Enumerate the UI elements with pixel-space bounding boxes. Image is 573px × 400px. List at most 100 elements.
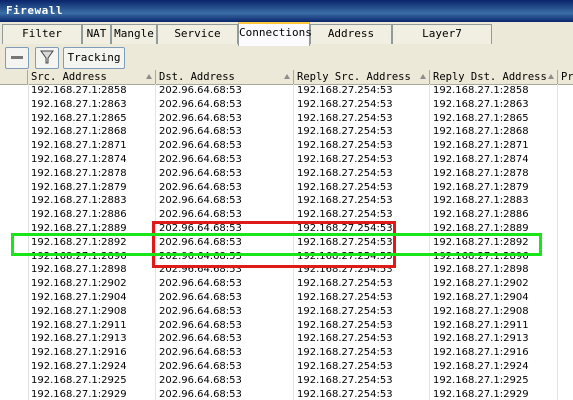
table-cell: 192.168.27.1:2858 xyxy=(430,84,558,98)
table-row[interactable]: 192.168.27.1:2913 202.96.64.68:53 192.168.… xyxy=(0,332,573,347)
tab-address-lists[interactable]: Address Lists xyxy=(310,24,392,58)
table-cell: 202.96.64.68:53 xyxy=(156,332,294,347)
table-cell: 192.168.27.254:53 xyxy=(294,139,430,154)
header-dst-address[interactable]: Dst. Address xyxy=(156,70,294,84)
header-src-address[interactable]: Src. Address xyxy=(28,70,156,84)
table-row[interactable]: 192.168.27.1:2904 202.96.64.68:53 192.168.… xyxy=(0,291,573,305)
tab-nat[interactable]: NAT xyxy=(82,24,111,44)
table-cell: 192.168.27.1:2902 xyxy=(28,277,156,292)
table-row[interactable]: 192.168.27.1:2879 202.96.64.68:53 192.168.… xyxy=(0,180,573,195)
table-row[interactable]: 192.168.27.1:2911 202.96.64.68:53 192.168.… xyxy=(0,318,573,333)
table-cell: 192.168.27.1:2908 xyxy=(28,304,156,319)
table-cell: 192.168.27.1:2874 xyxy=(430,153,558,167)
header-label: Pr xyxy=(561,71,573,83)
table-cell: 192.168.27.1:2871 xyxy=(430,139,558,154)
table-cell: 202.96.64.68:53 xyxy=(156,111,294,126)
header-reply-dst-address[interactable]: Reply Dst. Address xyxy=(430,70,558,84)
table-row[interactable]: 192.168.27.1:2916 202.96.64.68:53 192.168.… xyxy=(0,346,573,361)
table-cell: 192.168.27.1:2865 xyxy=(28,111,156,126)
table-row[interactable]: 192.168.27.1:2871 202.96.64.68:53 192.168.… xyxy=(0,139,573,154)
table-cell: 192.168.27.254:53 xyxy=(294,304,430,319)
tab-service-ports[interactable]: Service Ports xyxy=(157,24,238,58)
tab-bar: Filter Rules NAT Mangle Service Ports Co… xyxy=(0,22,573,58)
table-row[interactable]: 192.168.27.1:2924 202.96.64.68:53 192.168.… xyxy=(0,360,573,374)
table-cell: 192.168.27.1:2874 xyxy=(28,153,156,167)
table-row[interactable]: 192.168.27.1:2865 202.96.64.68:53 192.168.… xyxy=(0,111,573,126)
table-cell: 192.168.27.1:2878 xyxy=(430,166,558,181)
table-header: Src. Address Dst. Address Reply Src. Add… xyxy=(0,70,573,85)
sort-icon xyxy=(420,74,426,79)
table-cell: 202.96.64.68:53 xyxy=(156,84,294,98)
tab-connections[interactable]: Connections xyxy=(238,22,312,46)
table-cell: 192.168.27.254:53 xyxy=(294,387,430,400)
window-titlebar: Firewall xyxy=(0,0,573,22)
table-cell: 192.168.27.254:53 xyxy=(294,111,430,126)
table-row[interactable]: 192.168.27.1:2929 202.96.64.68:53 192.168.… xyxy=(0,387,573,400)
sort-icon xyxy=(548,74,554,79)
table-cell: 192.168.27.254:53 xyxy=(294,125,430,140)
table-cell: 202.96.64.68:53 xyxy=(156,373,294,388)
table-cell: 192.168.27.1:2858 xyxy=(28,84,156,98)
header-label: Reply Src. Address xyxy=(297,71,411,83)
table-cell: 202.96.64.68:53 xyxy=(156,180,294,195)
table-cell: 192.168.27.1:2929 xyxy=(28,387,156,400)
table-cell: 192.168.27.254:53 xyxy=(294,373,430,388)
table-row[interactable]: 192.168.27.1:2902 202.96.64.68:53 192.168.… xyxy=(0,277,573,292)
table-cell: 192.168.27.1:2929 xyxy=(430,387,558,400)
table-cell: 192.168.27.254:53 xyxy=(294,97,430,112)
table-cell: 192.168.27.254:53 xyxy=(294,346,430,361)
toolbar: Tracking xyxy=(0,44,573,70)
sort-icon xyxy=(284,74,290,79)
minus-icon xyxy=(11,56,23,59)
table-cell: 192.168.27.1:2911 xyxy=(430,318,558,333)
table-cell: 192.168.27.1:2904 xyxy=(28,291,156,305)
table-row[interactable]: 192.168.27.1:2878 202.96.64.68:53 192.168.… xyxy=(0,166,573,181)
remove-button[interactable] xyxy=(5,47,29,69)
table-row[interactable]: 192.168.27.1:2874 202.96.64.68:53 192.168.… xyxy=(0,153,573,167)
table-cell: 192.168.27.1:2913 xyxy=(430,332,558,347)
table-cell: 202.96.64.68:53 xyxy=(156,304,294,319)
table-cell: 192.168.27.1:2879 xyxy=(28,180,156,195)
table-cell: 192.168.27.1:2916 xyxy=(28,346,156,361)
table-cell: 202.96.64.68:53 xyxy=(156,139,294,154)
table-cell: 192.168.27.1:2863 xyxy=(430,97,558,112)
sort-icon xyxy=(146,74,152,79)
tab-mangle[interactable]: Mangle xyxy=(111,24,157,44)
table-cell: 202.96.64.68:53 xyxy=(156,346,294,361)
table-cell: 202.96.64.68:53 xyxy=(156,166,294,181)
table-cell: 192.168.27.1:2925 xyxy=(430,373,558,388)
header-protocol[interactable]: Pr xyxy=(558,70,573,84)
filter-button[interactable] xyxy=(35,47,59,69)
header-reply-src-address[interactable]: Reply Src. Address xyxy=(294,70,430,84)
tab-filter-rules[interactable]: Filter Rules xyxy=(2,24,82,58)
tab-label: Connections xyxy=(239,26,312,39)
table-cell: 192.168.27.1:2863 xyxy=(28,97,156,112)
table-cell: 192.168.27.1:2865 xyxy=(430,111,558,126)
tracking-label: Tracking xyxy=(67,51,121,64)
table-cell: 192.168.27.254:53 xyxy=(294,153,430,167)
table-cell: 192.168.27.1:2886 xyxy=(430,208,558,223)
tracking-button[interactable]: Tracking xyxy=(63,47,125,69)
table-cell: 192.168.27.1:2904 xyxy=(430,291,558,305)
table-cell: 192.168.27.1:2886 xyxy=(28,208,156,223)
table-cell: 192.168.27.1:2878 xyxy=(28,166,156,181)
table-cell: 192.168.27.254:53 xyxy=(294,332,430,347)
table-row[interactable]: 192.168.27.1:2863 202.96.64.68:53 192.168.… xyxy=(0,97,573,112)
table-cell: 192.168.27.1:2913 xyxy=(28,332,156,347)
table-cell: 192.168.27.1:2924 xyxy=(430,360,558,374)
tab-label: Mangle xyxy=(114,27,154,40)
table-row[interactable]: 192.168.27.1:2925 202.96.64.68:53 192.168.… xyxy=(0,373,573,388)
table-cell: 192.168.27.1:2916 xyxy=(430,346,558,361)
tab-layer7-protocols[interactable]: Layer7 Protocols xyxy=(392,24,492,58)
table-cell: 202.96.64.68:53 xyxy=(156,277,294,292)
table-cell: 192.168.27.1:2868 xyxy=(430,125,558,140)
table-row[interactable]: 192.168.27.1:2858 202.96.64.68:53 192.168.… xyxy=(0,84,573,98)
table-row[interactable]: 192.168.27.1:2908 202.96.64.68:53 192.168.… xyxy=(0,304,573,319)
tab-label: NAT xyxy=(86,27,107,40)
table-cell: 192.168.27.1:2898 xyxy=(28,263,156,278)
table-cell: 192.168.27.1:2902 xyxy=(430,277,558,292)
table-cell: 192.168.27.254:53 xyxy=(294,166,430,181)
table-row[interactable]: 192.168.27.1:2883 202.96.64.68:53 192.168.… xyxy=(0,194,573,209)
table-cell: 192.168.27.1:2868 xyxy=(28,125,156,140)
table-row[interactable]: 192.168.27.1:2868 202.96.64.68:53 192.168.… xyxy=(0,125,573,140)
